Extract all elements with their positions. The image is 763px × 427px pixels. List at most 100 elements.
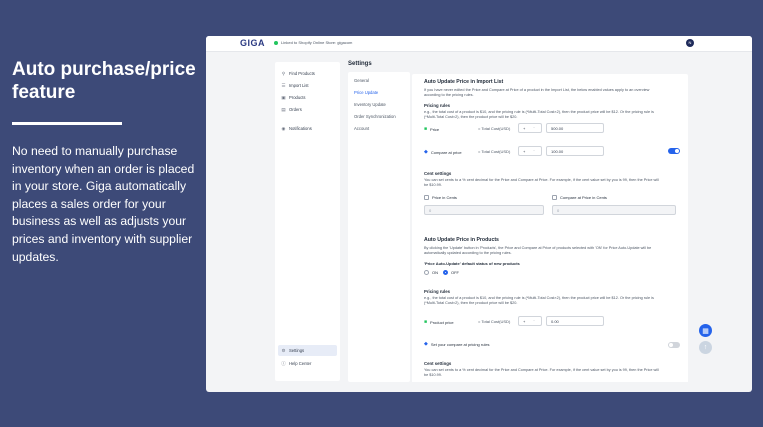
sidebar-item-label: Settings	[289, 348, 305, 353]
sidebar-item-notifications[interactable]: ◉ Notifications	[278, 123, 337, 134]
settings-subnav: General Price Update Inventory Update Or…	[348, 72, 410, 382]
pricing-rules-example: e.g., the total cost of a product is $10…	[424, 110, 654, 114]
operator-value: +	[523, 148, 526, 154]
store-connection: Linked to Shopify Online Store: gigacom	[274, 40, 352, 45]
compare-rules-text: Set your compare at pricing rules	[430, 341, 490, 347]
pricing-rules-heading: Pricing rules	[424, 103, 451, 108]
cent-settings-heading: Cent settings	[424, 361, 452, 366]
tag-icon: ◆	[424, 149, 428, 155]
sidebar-item-settings[interactable]: ⚙ Settings	[278, 345, 337, 356]
product-price-label-text: Product price	[430, 319, 454, 325]
promo-title: Auto purchase/price feature	[12, 59, 196, 103]
card-title: Auto Update Price in Products	[424, 237, 499, 243]
card-title: Auto Update Price in Import List	[424, 79, 504, 85]
compare-label-text: Compare at price	[430, 149, 462, 155]
product-price-input[interactable]: 0.00	[546, 316, 604, 326]
chevron-down-icon: ˇ	[533, 125, 535, 131]
tag-icon: ◆	[424, 341, 428, 347]
sidebar: ⚲ Find Products ☰ Import List ▣ Products…	[275, 62, 340, 381]
radio-icon	[424, 270, 429, 275]
pricing-rules-example: (*Multi-Total Cost×2), then the product …	[424, 115, 518, 119]
save-icon: ▦	[702, 327, 709, 335]
price-cents-checkbox[interactable]: Price in Cents	[424, 195, 457, 200]
box-icon: ▣	[281, 94, 286, 100]
radio-on[interactable]: ON	[424, 270, 438, 275]
subnav-item-account[interactable]: Account	[354, 126, 369, 131]
pricing-rules-heading: Pricing rules	[424, 289, 451, 294]
cent-settings-description: You can set cents to a % cent decimal fo…	[424, 178, 659, 182]
subnav-item-inventory-update[interactable]: Inventory Update	[354, 102, 386, 107]
document-icon: ▤	[281, 106, 286, 112]
radio-off[interactable]: OFF	[443, 270, 459, 275]
subnav-item-order-synchronization[interactable]: Order Synchronization	[354, 114, 396, 119]
cent-settings-description: be $10.99.	[424, 183, 442, 187]
compare-cents-checkbox[interactable]: Compare at Price in Cents	[552, 195, 607, 200]
settings-content: Auto Update Price in Import List If you …	[412, 72, 688, 382]
card-description: By clicking the 'Update' button in 'Prod…	[424, 246, 652, 250]
radio-selected-icon	[443, 270, 448, 275]
products-price-card: Auto Update Price in Products By clickin…	[412, 232, 688, 382]
cent-settings-description: be $10.99.	[424, 373, 442, 377]
sidebar-item-label: Help Center	[289, 361, 312, 366]
compare-operator-select[interactable]: + ˇ	[518, 146, 542, 156]
chevron-down-icon: ˇ	[533, 148, 535, 154]
total-cost-text: = Total Cost(USD)	[478, 126, 511, 131]
checkbox-label: Price in Cents	[432, 195, 457, 200]
cent-settings-description: You can set cents to a % cent decimal fo…	[424, 368, 659, 372]
compare-rule-label: ◆ Compare at price	[424, 149, 462, 155]
avatar[interactable]: N	[686, 39, 694, 47]
sidebar-item-label: Find Products	[289, 71, 315, 76]
sidebar-item-label: Notifications	[289, 126, 312, 131]
sidebar-item-find-products[interactable]: ⚲ Find Products	[278, 68, 337, 79]
gear-icon: ⚙	[281, 347, 286, 353]
sidebar-item-products[interactable]: ▣ Products	[278, 92, 337, 103]
card-description: automatically updated according to the p…	[424, 251, 512, 255]
card-description: according to the pricing rules.	[424, 93, 474, 97]
price-value-input[interactable]: 500.00	[546, 123, 604, 133]
product-operator-select[interactable]: + ˇ	[518, 316, 542, 326]
page-title: Settings	[348, 61, 372, 67]
product-price-rule-label: ■ Product price	[424, 319, 454, 325]
sidebar-item-orders[interactable]: ▤ Orders	[278, 104, 337, 115]
search-icon: ⚲	[281, 70, 286, 76]
giga-logo[interactable]: GIGA	[240, 38, 265, 48]
price-operator-select[interactable]: + ˇ	[518, 123, 542, 133]
chevron-down-icon: ˇ	[533, 318, 535, 324]
sidebar-item-label: Products	[289, 95, 306, 100]
compare-rules-toggle[interactable]	[668, 342, 680, 348]
help-icon: ⓘ	[281, 360, 286, 366]
toggle-knob	[669, 343, 673, 347]
radio-label: OFF	[451, 270, 459, 275]
subnav-item-price-update[interactable]: Price Update	[354, 90, 378, 95]
scroll-top-button[interactable]: ↑	[699, 341, 712, 354]
sidebar-item-import-list[interactable]: ☰ Import List	[278, 80, 337, 91]
promo-divider	[12, 122, 122, 125]
operator-value: +	[523, 125, 526, 131]
toggle-knob	[675, 149, 679, 153]
subnav-item-general[interactable]: General	[354, 78, 369, 83]
app-window: GIGA Linked to Shopify Online Store: gig…	[206, 36, 752, 392]
store-connection-text: Linked to Shopify Online Store: gigacom	[281, 40, 353, 45]
checkbox-label: Compare at Price in Cents	[560, 195, 607, 200]
checkbox-icon	[552, 195, 557, 200]
compare-rules-label: ◆ Set your compare at pricing rules	[424, 341, 490, 347]
compare-value-input[interactable]: 100.00	[546, 146, 604, 156]
promo-body: No need to manually purchase inventory w…	[12, 144, 195, 264]
default-status-label: 'Price Auto-Update' default status of ne…	[424, 261, 520, 266]
pricing-rules-example: e.g., the total cost of a product is $10…	[424, 296, 654, 300]
compare-cents-input[interactable]: 0	[552, 205, 676, 215]
sidebar-item-label: Orders	[289, 107, 302, 112]
price-rule-label: ■ Price	[424, 126, 439, 132]
arrow-up-icon: ↑	[703, 344, 708, 351]
connected-dot-icon	[274, 40, 278, 45]
sidebar-item-help-center[interactable]: ⓘ Help Center	[278, 358, 337, 369]
sidebar-item-label: Import List	[289, 83, 309, 88]
save-fab-button[interactable]: ▦	[699, 324, 712, 337]
compare-price-toggle[interactable]	[668, 148, 680, 154]
price-label-text: Price	[430, 126, 440, 132]
price-cents-input[interactable]: 0	[424, 205, 544, 215]
operator-value: +	[523, 318, 526, 324]
price-tag-icon: ■	[424, 126, 428, 132]
pricing-rules-example: (*Multi-Total Cost×2), then the product …	[424, 301, 518, 305]
price-tag-icon: ■	[424, 319, 428, 325]
